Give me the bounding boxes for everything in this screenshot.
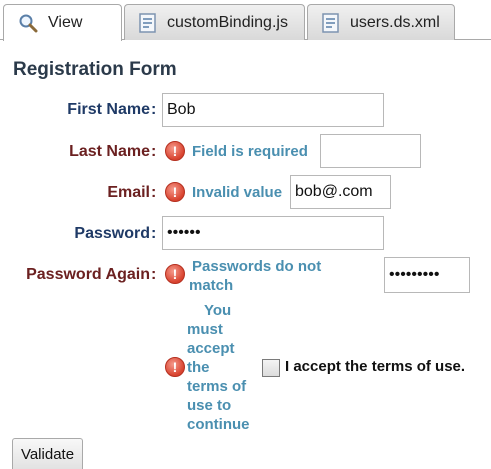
file-icon <box>139 12 157 33</box>
error-line: continue <box>187 416 250 433</box>
terms-checkbox-label[interactable]: I accept the terms of use. <box>285 358 465 375</box>
error-icon: ! <box>165 357 185 377</box>
error-icon: ! <box>165 141 185 161</box>
email-field[interactable] <box>290 175 391 209</box>
first-name-field[interactable] <box>162 93 384 127</box>
terms-error: You must accept the terms of use to cont… <box>187 301 250 434</box>
error-line: terms of <box>187 378 247 395</box>
first-name-colon: : <box>151 101 157 118</box>
email-label: Email <box>107 184 150 201</box>
email-colon: : <box>151 184 157 201</box>
email-error: Invalid value <box>192 184 283 201</box>
error-line: must <box>187 321 223 338</box>
first-name-label: First Name <box>67 101 150 118</box>
tab-custom-binding[interactable]: customBinding.js <box>124 4 305 40</box>
file-icon <box>322 12 340 33</box>
last-name-colon: : <box>151 143 157 160</box>
form-title: Registration Form <box>13 59 177 80</box>
tab-label: users.ds.xml <box>350 13 440 31</box>
tab-bar: View customBinding.js users.ds.xml <box>0 0 491 41</box>
password-again-error: Passwords do not match <box>189 257 322 295</box>
password-again-label: Password Again <box>26 266 150 283</box>
last-name-field[interactable] <box>320 134 421 168</box>
password-again-field[interactable] <box>384 257 470 293</box>
password-label: Password <box>74 225 150 242</box>
error-line: You <box>204 302 232 319</box>
tab-view[interactable]: View <box>3 4 122 41</box>
search-icon <box>18 13 38 33</box>
validate-button[interactable]: Validate <box>12 438 83 469</box>
error-line: match <box>189 277 234 294</box>
error-icon: ! <box>165 182 185 202</box>
tab-users-ds[interactable]: users.ds.xml <box>307 4 455 40</box>
error-icon: ! <box>165 264 185 284</box>
last-name-label: Last Name <box>69 143 150 160</box>
password-field[interactable] <box>162 216 384 250</box>
error-line: accept <box>187 340 235 357</box>
password-again-colon: : <box>151 266 157 283</box>
last-name-error: Field is required <box>192 143 308 160</box>
error-line: use to <box>187 397 232 414</box>
error-line: the <box>187 359 210 376</box>
tab-label: customBinding.js <box>167 13 288 31</box>
error-line: Passwords do not <box>192 258 322 275</box>
terms-checkbox[interactable] <box>262 359 280 377</box>
password-colon: : <box>151 225 157 242</box>
tab-label: View <box>48 14 83 31</box>
